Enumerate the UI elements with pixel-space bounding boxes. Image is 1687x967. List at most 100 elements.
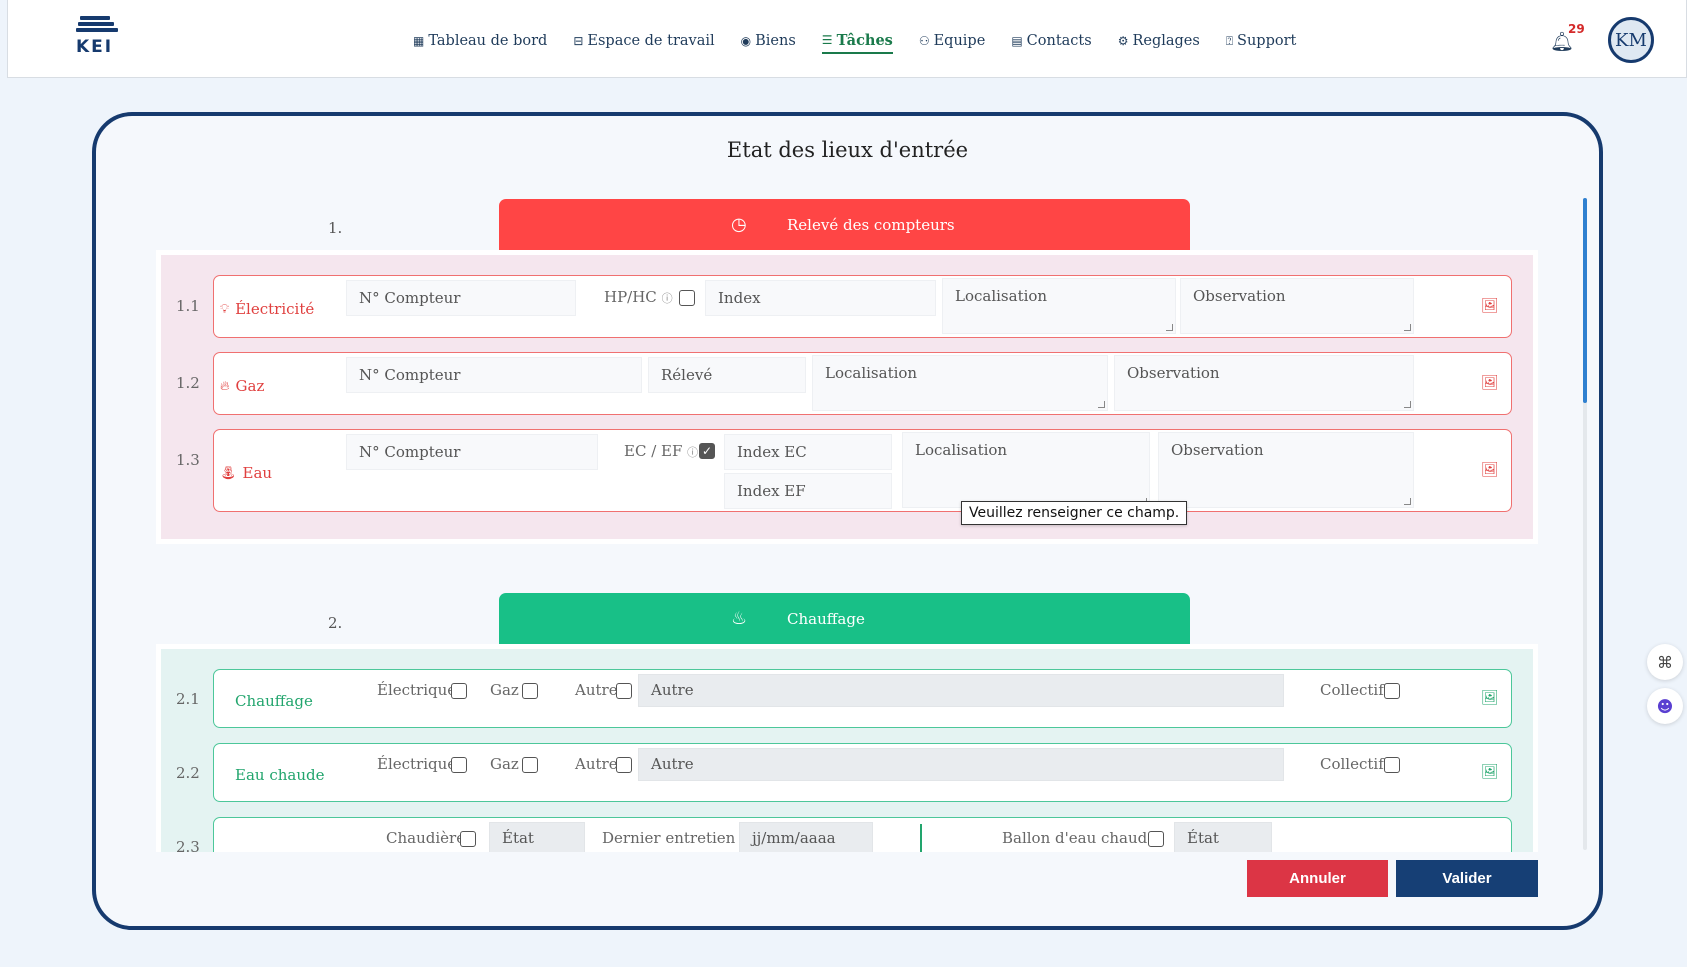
autre-label: Autre xyxy=(575,755,618,773)
info-icon: ⓘ xyxy=(687,446,699,459)
localisation-textarea[interactable]: Localisation xyxy=(942,278,1176,334)
row-number: 2.3 xyxy=(176,838,200,852)
logo-building-icon xyxy=(76,16,118,36)
section-header: ◷ Relevé des compteurs xyxy=(499,199,1190,250)
collectif-checkbox[interactable] xyxy=(1384,757,1400,773)
assistant-bot-icon[interactable]: ☻ xyxy=(1647,688,1683,724)
autre-input[interactable]: Autre xyxy=(638,674,1284,707)
chaudiere-label: Chaudière xyxy=(386,829,466,847)
info-icon: ⓘ xyxy=(661,292,673,305)
releve-input[interactable]: Rélevé xyxy=(648,357,806,393)
gaz-label: Gaz xyxy=(490,681,519,699)
section-number: 2. xyxy=(328,614,343,632)
user-avatar[interactable]: KM xyxy=(1608,17,1654,63)
observation-textarea[interactable]: Observation xyxy=(1180,278,1414,334)
section-number: 1. xyxy=(328,219,343,237)
nav-biens[interactable]: ◉ Biens xyxy=(741,28,796,54)
autre-checkbox[interactable] xyxy=(616,683,632,699)
electrique-label: Électrique xyxy=(377,755,457,773)
collectif-label: Collectif xyxy=(1320,755,1384,773)
observation-textarea[interactable]: Observation xyxy=(1158,432,1414,508)
index-ec-input[interactable]: Index EC xyxy=(724,434,892,470)
index-input[interactable]: Index xyxy=(705,280,936,316)
index-ef-input[interactable]: Index EF xyxy=(724,473,892,509)
modal-title: Etat des lieux d'entrée xyxy=(726,138,969,162)
validate-button[interactable]: Valider xyxy=(1396,860,1538,897)
gaz-label: Gaz xyxy=(490,755,519,773)
faucet-icon: ⛲︎ xyxy=(220,465,237,481)
hphc-checkbox[interactable] xyxy=(679,290,695,306)
row-number: 2.1 xyxy=(176,690,200,708)
compteur-input[interactable]: N° Compteur xyxy=(346,357,642,393)
nav-contacts[interactable]: ▤ Contacts xyxy=(1011,28,1091,54)
collectif-label: Collectif xyxy=(1320,681,1384,699)
photo-icon[interactable]: 🖼︎ xyxy=(1481,375,1499,391)
gear-icon: ⚙ xyxy=(1117,34,1129,48)
nav-espace-de-travail[interactable]: ⊟ Espace de travail xyxy=(573,28,714,54)
chaudiere-checkbox[interactable] xyxy=(460,831,476,847)
cancel-button[interactable]: Annuler xyxy=(1247,860,1388,897)
row-number: 1.3 xyxy=(176,451,200,469)
ballon-checkbox[interactable] xyxy=(1148,831,1164,847)
divider xyxy=(920,824,922,852)
row-chauffage: 2.1 Chauffage Électrique Gaz Autre Autre… xyxy=(176,669,1512,728)
team-icon: ⚇ xyxy=(918,34,930,48)
briefcase-icon: ⊟ xyxy=(573,34,584,48)
nav-taches[interactable]: ☰ Tâches xyxy=(821,28,893,54)
autre-input[interactable]: Autre xyxy=(638,748,1284,781)
row-number: 1.1 xyxy=(176,297,200,315)
flame-icon: 🔥︎ xyxy=(220,378,230,394)
nav-support[interactable]: ⍰ Support xyxy=(1226,28,1297,54)
nav-equipe[interactable]: ⚇ Equipe xyxy=(919,28,985,54)
etat-des-lieux-modal: Etat des lieux d'entrée 1. ◷ Relevé des … xyxy=(92,112,1603,930)
row-gaz: 1.2 🔥︎ Gaz N° Compteur Rélevé Localisatio… xyxy=(176,352,1512,415)
compteur-input[interactable]: N° Compteur xyxy=(346,434,598,470)
nav-tableau-de-bord[interactable]: ▦ Tableau de bord xyxy=(413,28,547,54)
section-body: 1.1 💡︎ Électricité N° Compteur HP/HC ⓘ In… xyxy=(156,250,1538,544)
row-label: Chauffage xyxy=(235,692,313,710)
ecef-label: EC / EF ⓘ xyxy=(624,442,699,460)
lightbulb-icon: 💡︎ xyxy=(220,301,230,317)
date-input[interactable]: jj/mm/aaaa xyxy=(739,822,873,852)
row-eau: 1.3 ⛲︎ Eau N° Compteur EC / EF ⓘ ✓ Index … xyxy=(176,429,1512,512)
photo-icon[interactable]: 🖼︎ xyxy=(1481,764,1499,780)
nav-reglages[interactable]: ⚙ Reglages xyxy=(1118,28,1200,54)
hphc-label: HP/HC ⓘ xyxy=(604,288,673,306)
top-navbar: KEI ▦ Tableau de bord ⊟ Espace de travail … xyxy=(7,0,1687,78)
row-label: 🔥︎ Gaz xyxy=(220,377,265,395)
ballon-label: Ballon d'eau chaude xyxy=(1002,829,1157,847)
row-chaudiere: 2.3 Chaudière État Dernier entretien jj/… xyxy=(176,817,1512,852)
apps-grid-icon[interactable]: ⌘ xyxy=(1647,644,1683,680)
localisation-textarea[interactable]: Localisation xyxy=(902,432,1150,508)
section-title: Chauffage xyxy=(787,609,865,628)
globe-icon: ◉ xyxy=(740,34,752,48)
autre-checkbox[interactable] xyxy=(616,757,632,773)
row-label: Eau chaude xyxy=(235,766,325,784)
row-label: 💡︎ Électricité xyxy=(220,300,315,318)
photo-icon[interactable]: 🖼︎ xyxy=(1481,298,1499,314)
electrique-checkbox[interactable] xyxy=(451,683,467,699)
scrollbar-thumb[interactable] xyxy=(1583,198,1587,403)
gaz-checkbox[interactable] xyxy=(522,683,538,699)
notification-count: 29 xyxy=(1568,22,1585,36)
electrique-checkbox[interactable] xyxy=(451,757,467,773)
observation-textarea[interactable]: Observation xyxy=(1114,355,1414,411)
logo-text: KEI xyxy=(76,37,114,57)
row-electricite: 1.1 💡︎ Électricité N° Compteur HP/HC ⓘ In… xyxy=(176,275,1512,338)
kei-logo[interactable]: KEI xyxy=(76,16,122,57)
etat-input[interactable]: État xyxy=(489,822,585,852)
section-header: ♨ Chauffage xyxy=(499,593,1190,644)
row-eau-chaude: 2.2 Eau chaude Électrique Gaz Autre Autr… xyxy=(176,743,1512,802)
photo-icon[interactable]: 🖼︎ xyxy=(1481,462,1499,478)
photo-icon[interactable]: 🖼︎ xyxy=(1481,690,1499,706)
etat-ballon-input[interactable]: État xyxy=(1174,822,1272,852)
compteur-input[interactable]: N° Compteur xyxy=(346,280,576,316)
dernier-entretien-label: Dernier entretien xyxy=(602,829,736,847)
localisation-textarea[interactable]: Localisation xyxy=(812,355,1108,411)
autre-label: Autre xyxy=(575,681,618,699)
ecef-checkbox[interactable]: ✓ xyxy=(699,443,715,459)
help-icon: ⍰ xyxy=(1225,33,1234,48)
modal-scrollbar[interactable] xyxy=(1583,198,1587,850)
gaz-checkbox[interactable] xyxy=(522,757,538,773)
collectif-checkbox[interactable] xyxy=(1384,683,1400,699)
